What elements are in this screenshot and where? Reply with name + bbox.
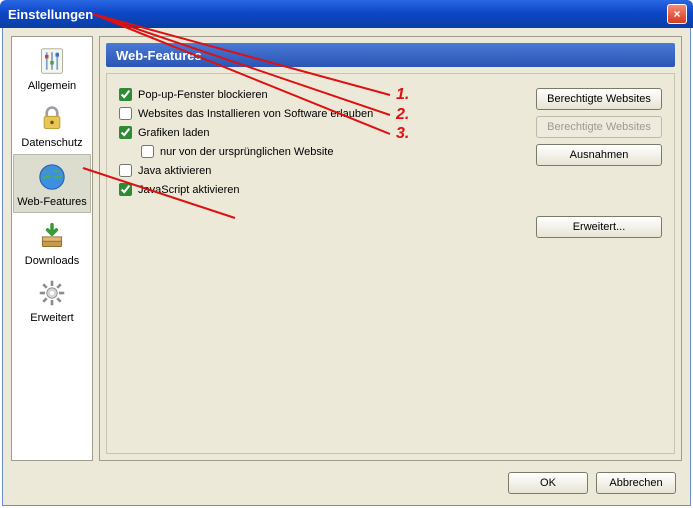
- sidebar-item-downloads[interactable]: Downloads: [12, 214, 92, 271]
- advanced-button[interactable]: Erweitert...: [536, 216, 662, 238]
- lock-icon: [36, 102, 68, 134]
- gear-icon: [36, 277, 68, 309]
- sidebar: Allgemein Datenschutz: [11, 36, 93, 461]
- sidebar-item-label: Web-Features: [17, 196, 87, 208]
- sidebar-item-label: Datenschutz: [21, 137, 82, 149]
- panel-title: Web-Features: [106, 43, 675, 67]
- sidebar-item-erweitert[interactable]: Erweitert: [12, 271, 92, 328]
- sidebar-item-label: Erweitert: [30, 312, 73, 324]
- checkbox-label: Java aktivieren: [138, 165, 211, 177]
- globe-icon: [36, 161, 68, 193]
- checkbox-label: nur von der ursprünglichen Website: [160, 146, 333, 158]
- close-icon: ×: [673, 7, 680, 21]
- sidebar-item-webfeatures[interactable]: Web-Features: [13, 154, 91, 213]
- sidebar-item-allgemein[interactable]: Allgemein: [12, 39, 92, 96]
- footer: OK Abbrechen: [3, 461, 690, 505]
- content-panel: Web-Features Pop-up-Fenster blockieren W…: [99, 36, 682, 461]
- javascript-checkbox[interactable]: JavaScript aktivieren: [119, 183, 240, 196]
- sidebar-item-datenschutz[interactable]: Datenschutz: [12, 96, 92, 153]
- allowed-sites-install-button: Berechtigte Websites: [536, 116, 662, 138]
- main-area: Allgemein Datenschutz: [3, 28, 690, 461]
- sidebar-item-label: Downloads: [25, 255, 79, 267]
- sliders-icon: [36, 45, 68, 77]
- sidebar-item-label: Allgemein: [28, 80, 76, 92]
- close-button[interactable]: ×: [667, 4, 687, 24]
- allow-install-checkbox[interactable]: Websites das Installieren von Software e…: [119, 107, 373, 120]
- checkbox-label: Pop-up-Fenster blockieren: [138, 89, 268, 101]
- side-buttons: Berechtigte Websites Berechtigte Website…: [536, 88, 662, 238]
- cancel-button[interactable]: Abbrechen: [596, 472, 676, 494]
- checkbox-label: JavaScript aktivieren: [138, 184, 240, 196]
- original-site-only-checkbox[interactable]: nur von der ursprünglichen Website: [141, 145, 333, 158]
- download-icon: [36, 220, 68, 252]
- checkbox-label: Websites das Installieren von Software e…: [138, 108, 373, 120]
- load-images-checkbox[interactable]: Grafiken laden: [119, 126, 210, 139]
- client-area: Allgemein Datenschutz: [2, 28, 691, 506]
- window-title: Einstellungen: [8, 7, 93, 22]
- checkbox-label: Grafiken laden: [138, 127, 210, 139]
- exceptions-button[interactable]: Ausnahmen: [536, 144, 662, 166]
- java-checkbox[interactable]: Java aktivieren: [119, 164, 211, 177]
- panel-body: Pop-up-Fenster blockieren Websites das I…: [106, 73, 675, 454]
- allowed-sites-popup-button[interactable]: Berechtigte Websites: [536, 88, 662, 110]
- popup-block-checkbox[interactable]: Pop-up-Fenster blockieren: [119, 88, 268, 101]
- titlebar: Einstellungen ×: [0, 0, 693, 28]
- ok-button[interactable]: OK: [508, 472, 588, 494]
